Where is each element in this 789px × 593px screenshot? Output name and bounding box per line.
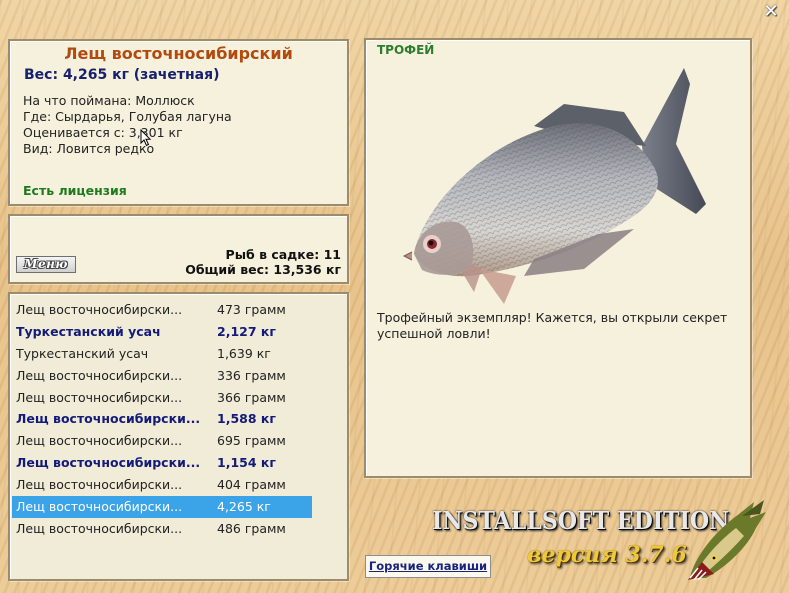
catch-row-weight: 1,154 кг (217, 455, 276, 471)
catch-row[interactable]: Лещ восточносибирски... 1,154 кг (12, 452, 312, 474)
fish-name: Лещ восточносибирский (64, 44, 293, 63)
bait-line: На что поймана: Моллюск (23, 93, 195, 108)
catch-row-name: Лещ восточносибирски... (16, 455, 201, 471)
catch-row-name: Туркестанский усач (16, 345, 149, 361)
catch-row-weight: 1,588 кг (217, 411, 276, 427)
catch-row-weight: 2,127 кг (217, 323, 276, 339)
menu-button[interactable]: Меню (16, 256, 76, 273)
catch-row-weight: 366 грамм (217, 389, 286, 405)
catch-row-weight: 4,265 кг (217, 499, 271, 515)
catch-row-name: Лещ восточносибирски... (16, 411, 201, 427)
creel-panel: Меню Рыб в садке: 11 Общий вес: 13,536 к… (8, 214, 349, 284)
catch-row-name: Лещ восточносибирски... (16, 302, 183, 317)
catch-row-weight: 404 грамм (217, 477, 286, 493)
trophy-panel: ТРОФЕЙ Трофейный экземпляр! Кажется, вы … (364, 38, 752, 478)
catch-row-weight: 1,639 кг (217, 345, 271, 361)
value-line: Оценивается с: 3,301 кг (23, 125, 183, 140)
catch-row-name: Лещ восточносибирски... (16, 499, 183, 515)
catch-row[interactable]: Лещ восточносибирски... 486 грамм (12, 518, 312, 540)
catch-row[interactable]: Лещ восточносибирски... 473 грамм (12, 299, 312, 321)
catch-row[interactable]: Лещ восточносибирски... 404 грамм (12, 474, 312, 496)
catch-row-name: Лещ восточносибирски... (16, 433, 183, 449)
close-button[interactable]: ✕ (762, 3, 780, 21)
bream-fish-image (402, 68, 706, 304)
hotkeys-link[interactable]: Горячие клавиши (365, 555, 491, 578)
creel-stats: Рыб в садке: 11 Общий вес: 13,536 кг (185, 247, 341, 277)
fish-weight: Вес: 4,265 кг (зачетная) (24, 67, 220, 83)
catch-row[interactable]: Туркестанский усач 1,639 кг (12, 343, 312, 365)
catch-row[interactable]: Лещ восточносибирски... 695 грамм (12, 430, 312, 452)
mouse-cursor-icon (140, 129, 152, 147)
catch-row[interactable]: Лещ восточносибирски... 4,265 кг (12, 496, 312, 518)
rarity-line: Вид: Ловится редко (23, 141, 155, 156)
catch-row-name: Лещ восточносибирски... (16, 520, 183, 536)
catch-row-weight: 473 грамм (217, 302, 286, 317)
pike-logo-icon (688, 500, 766, 581)
catch-row-weight: 695 грамм (217, 433, 286, 449)
license-status: Есть лицензия (23, 183, 127, 198)
catch-row-name: Лещ восточносибирски... (16, 477, 183, 493)
catch-row-name: Туркестанский усач (16, 323, 161, 339)
trophy-description: Трофейный экземпляр! Кажется, вы открыли… (377, 310, 728, 341)
catch-row-weight: 336 грамм (217, 367, 286, 383)
version-label: версия 3.7.6 (527, 542, 687, 568)
catch-row-name: Лещ восточносибирски... (16, 367, 183, 383)
catch-row-weight: 486 грамм (217, 520, 286, 536)
location-line: Где: Сырдарья, Голубая лагуна (23, 109, 232, 124)
catch-row[interactable]: Туркестанский усач 2,127 кг (12, 321, 312, 343)
catch-list[interactable]: Лещ восточносибирски... 473 грамм Туркеста… (8, 292, 349, 581)
catch-row-name: Лещ восточносибирски... (16, 389, 183, 405)
catch-row[interactable]: Лещ восточносибирски... 366 грамм (12, 387, 312, 409)
total-weight: Общий вес: 13,536 кг (185, 262, 341, 277)
fish-info-panel: Лещ восточносибирский Вес: 4,265 кг (зач… (8, 39, 349, 206)
catch-row[interactable]: Лещ восточносибирски... 1,588 кг (12, 408, 312, 430)
catch-row[interactable]: Лещ восточносибирски... 336 грамм (12, 365, 312, 387)
fish-count: Рыб в садке: 11 (225, 247, 341, 262)
